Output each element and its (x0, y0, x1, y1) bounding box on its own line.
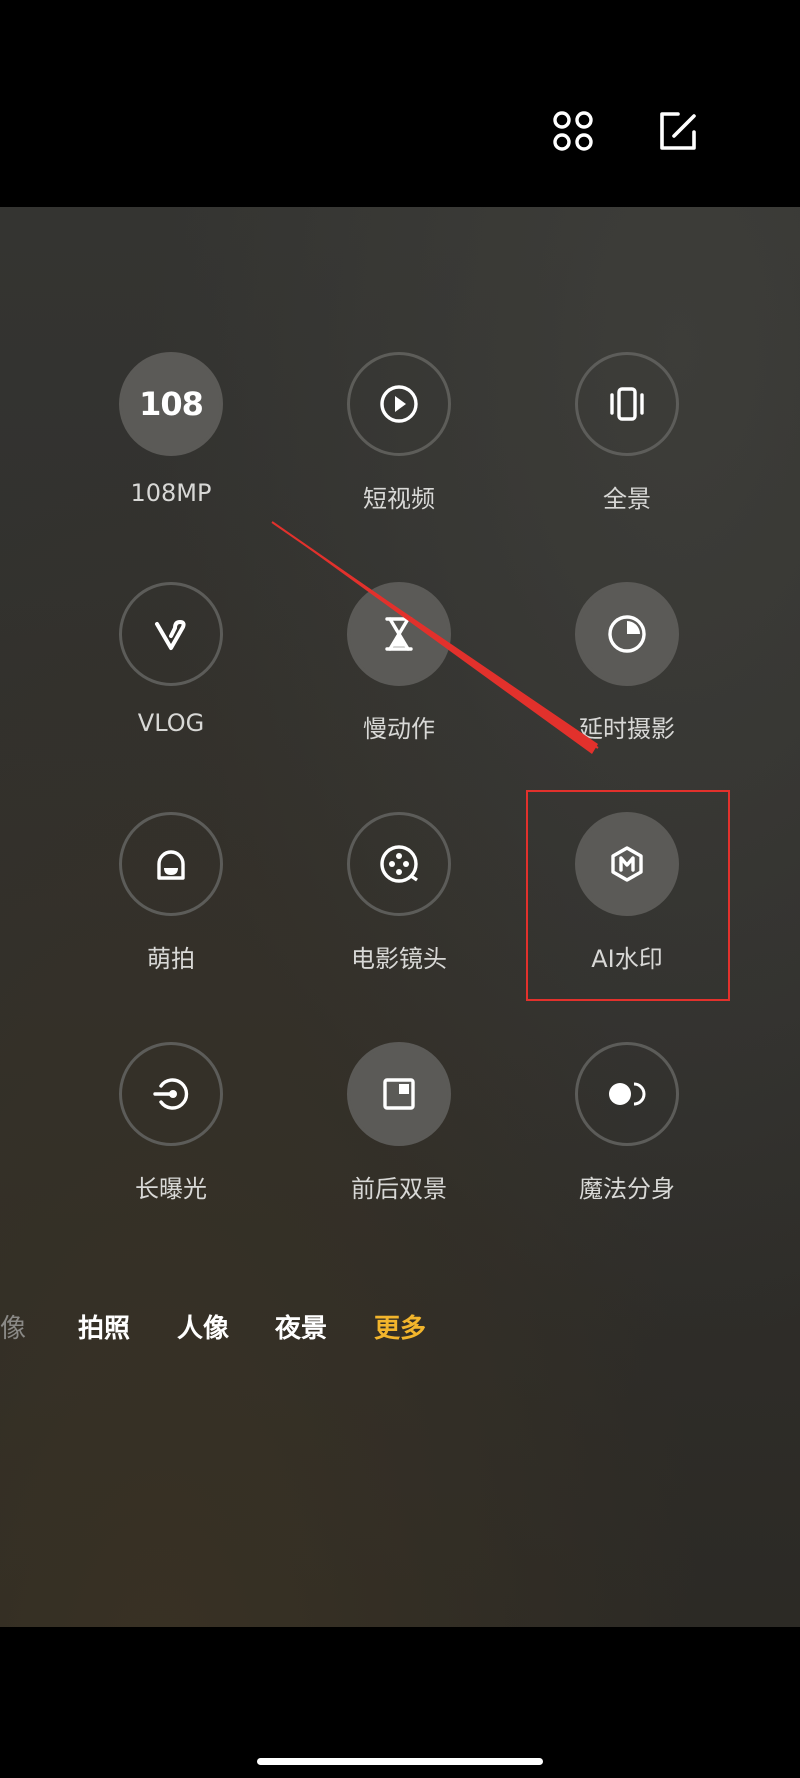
mode-cute-shot[interactable]: 萌拍 (81, 812, 261, 1002)
mode-panorama[interactable]: 全景 (537, 352, 717, 542)
vlog-icon (119, 582, 223, 686)
cute-face-icon (119, 812, 223, 916)
mode-vlog[interactable]: VLOG (81, 582, 261, 772)
mode-clone[interactable]: 魔法分身 (537, 1042, 717, 1232)
home-indicator[interactable] (257, 1758, 543, 1765)
clone-icon (575, 1042, 679, 1146)
tab-portrait-partial[interactable]: 像 (0, 1308, 26, 1345)
timelapse-icon (575, 582, 679, 686)
dual-view-icon (347, 1042, 451, 1146)
mode-label: 萌拍 (147, 945, 195, 973)
long-exposure-icon (119, 1042, 223, 1146)
mode-label: 短视频 (363, 485, 435, 513)
mode-108mp[interactable]: 108 108MP (81, 352, 261, 542)
watermark-hexagon-icon (575, 812, 679, 916)
mode-movie-lens[interactable]: 电影镜头 (309, 812, 489, 1002)
mode-label: 魔法分身 (579, 1175, 675, 1203)
mode-tabs: 像 拍照 人像 夜景 更多 (0, 1308, 800, 1352)
top-bar (0, 0, 800, 207)
mode-label: 延时摄影 (579, 715, 675, 743)
grid-dots-icon[interactable] (550, 108, 596, 154)
mode-label: 前后双景 (351, 1175, 447, 1203)
tab-more[interactable]: 更多 (374, 1308, 426, 1345)
mode-label: 电影镜头 (351, 945, 447, 973)
mode-long-exposure[interactable]: 长曝光 (81, 1042, 261, 1232)
108-icon: 108 (119, 352, 223, 456)
mode-timelapse[interactable]: 延时摄影 (537, 582, 717, 772)
mode-label: 长曝光 (135, 1175, 207, 1203)
tab-photo[interactable]: 拍照 (78, 1308, 130, 1345)
panorama-icon (575, 352, 679, 456)
mode-short-video[interactable]: 短视频 (309, 352, 489, 542)
tab-portrait[interactable]: 人像 (177, 1308, 229, 1345)
mode-label: 慢动作 (363, 715, 435, 743)
tab-night[interactable]: 夜景 (275, 1308, 327, 1345)
mode-slow-motion[interactable]: 慢动作 (309, 582, 489, 772)
mode-label: 108MP (130, 479, 212, 507)
mode-dual-view[interactable]: 前后双景 (309, 1042, 489, 1232)
edit-icon[interactable] (654, 108, 700, 154)
more-modes-panel: 108 108MP 短视频 全景 VLOG 慢动作 延时摄影 萌拍 电影镜头 A… (0, 207, 800, 1627)
play-circle-icon (347, 352, 451, 456)
mode-ai-watermark[interactable]: AI水印 (537, 812, 717, 1002)
mode-label: VLOG (137, 709, 205, 737)
film-reel-icon (347, 812, 451, 916)
bottom-bar (0, 1627, 800, 1778)
mode-label: AI水印 (591, 945, 663, 973)
hourglass-icon (347, 582, 451, 686)
mode-label: 全景 (603, 485, 651, 513)
